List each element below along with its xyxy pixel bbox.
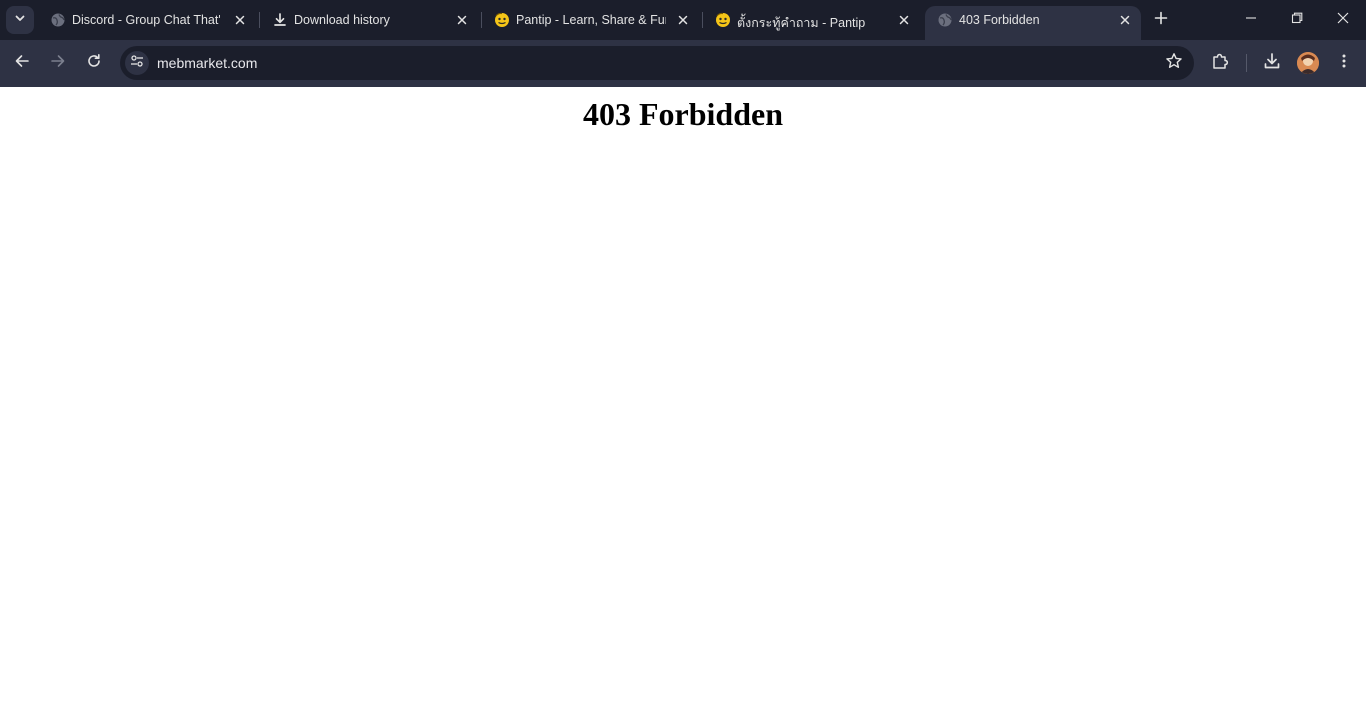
toolbar: mebmarket.com [0, 40, 1366, 87]
tab-title: ตั้งกระทู้คำถาม - Pantip [737, 16, 866, 30]
tab-pantip-ask[interactable]: ตั้งกระทู้คำถาม - Pantip [703, 0, 921, 40]
tab-title: Download history [294, 13, 390, 27]
address-bar[interactable]: mebmarket.com [120, 46, 1194, 80]
bookmark-button[interactable] [1164, 52, 1184, 75]
kebab-menu-icon [1336, 53, 1352, 74]
restore-icon [1291, 11, 1303, 29]
globe-icon [937, 12, 953, 28]
tab-strip: Discord - Group Chat That's Download his… [0, 0, 1366, 40]
window-close-button[interactable] [1320, 0, 1366, 40]
close-icon[interactable] [896, 12, 912, 28]
tab-search-button[interactable] [6, 6, 34, 34]
chevron-down-icon [14, 11, 26, 29]
download-icon [272, 12, 288, 28]
star-icon [1165, 52, 1183, 75]
page-title: 403 Forbidden [582, 96, 784, 132]
forward-arrow-icon [50, 53, 66, 74]
new-tab-button[interactable] [1149, 8, 1173, 32]
tab-title: Pantip - Learn, Share & Fun [516, 13, 666, 27]
close-icon [1337, 11, 1349, 29]
pantip-icon [715, 12, 731, 28]
reload-button[interactable] [80, 49, 108, 77]
tab-title: Discord - Group Chat That's [72, 13, 220, 27]
close-icon[interactable] [675, 12, 691, 28]
minimize-icon [1245, 11, 1257, 29]
tab-403-forbidden[interactable]: 403 Forbidden [925, 6, 1141, 40]
browser-window: Discord - Group Chat That's Download his… [0, 0, 1366, 728]
forward-button[interactable] [44, 49, 72, 77]
tab-download-history[interactable]: Download history [260, 0, 478, 40]
menu-button[interactable] [1330, 49, 1358, 77]
minimize-button[interactable] [1228, 0, 1274, 40]
back-button[interactable] [8, 49, 36, 77]
page-content: 403 Forbidden [0, 87, 1366, 728]
site-info-button[interactable] [125, 51, 149, 75]
toolbar-divider [1246, 54, 1247, 72]
puzzle-icon [1211, 52, 1229, 75]
reload-icon [86, 53, 102, 74]
close-icon[interactable] [454, 12, 470, 28]
close-icon[interactable] [1117, 12, 1133, 28]
tab-title: 403 Forbidden [959, 13, 1040, 27]
extensions-button[interactable] [1206, 49, 1234, 77]
profile-avatar[interactable] [1297, 52, 1319, 74]
tab-discord[interactable]: Discord - Group Chat That's [38, 0, 256, 40]
tab-pantip-home[interactable]: Pantip - Learn, Share & Fun [482, 0, 700, 40]
globe-icon [50, 12, 66, 28]
restore-button[interactable] [1274, 0, 1320, 40]
download-icon [1263, 52, 1281, 75]
pantip-icon [494, 12, 510, 28]
tune-icon [130, 54, 144, 73]
back-arrow-icon [14, 53, 30, 74]
url-text[interactable]: mebmarket.com [157, 55, 257, 71]
plus-icon [1154, 11, 1168, 30]
close-icon[interactable] [232, 12, 248, 28]
downloads-button[interactable] [1258, 49, 1286, 77]
